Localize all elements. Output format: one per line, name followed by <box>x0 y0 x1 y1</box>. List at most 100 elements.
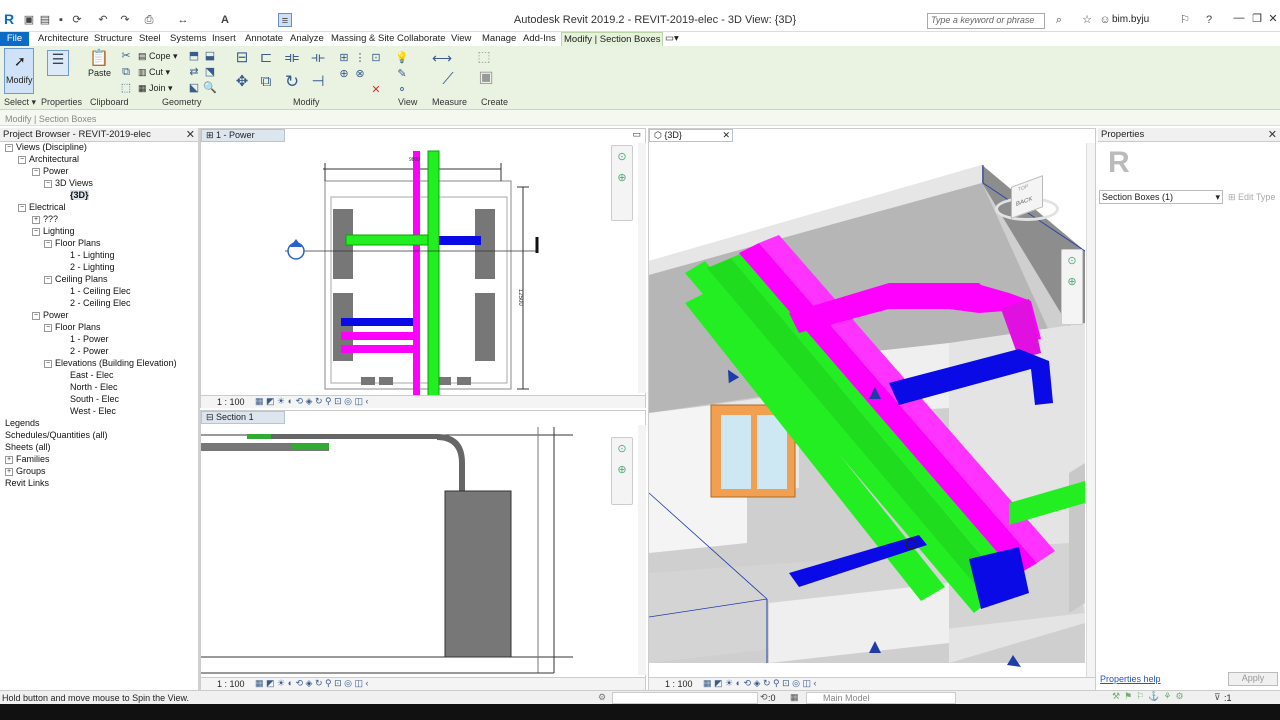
tree-node[interactable]: − Views (Discipline) <box>5 142 87 152</box>
view-tool-2-icon[interactable]: ✎ <box>394 68 410 80</box>
threed-view[interactable]: ⬡ {3D} ✕ BACK TOP ⊙ ⊕ 1: 100 ▦ ◩ ☀ ◐ ⟲ … <box>648 128 1096 690</box>
sync-icon[interactable]: ⟳ <box>70 13 84 27</box>
tree-node[interactable]: − Floor Plans <box>44 238 101 248</box>
print-icon[interactable]: ⎙ <box>142 13 156 27</box>
collapse-icon[interactable]: − <box>44 275 52 284</box>
copy-element-icon[interactable]: ⧉ <box>258 74 274 89</box>
pan-icon[interactable]: ⊕ <box>612 171 632 184</box>
power-nav-bar[interactable]: ⊙ ⊕ <box>611 145 633 221</box>
tree-node[interactable]: Sheets (all) <box>5 442 51 452</box>
threed-nav-bar[interactable]: ⊙ ⊕ <box>1061 249 1083 325</box>
expand-icon[interactable]: + <box>32 215 40 224</box>
delete-icon[interactable]: ✕ <box>368 84 384 96</box>
offset-icon[interactable]: ⊏ <box>258 50 274 65</box>
tree-node[interactable]: Legends <box>5 418 40 428</box>
array-icon[interactable]: ⋮ <box>352 52 368 64</box>
viewcube-top-face[interactable]: TOP <box>1018 184 1028 194</box>
measure-icon[interactable]: ↔ <box>176 13 190 27</box>
tab-modify-section-boxes[interactable]: Modify | Section Boxes <box>561 32 664 46</box>
revit-logo[interactable]: R <box>4 11 14 27</box>
scale-icon[interactable]: ⊡ <box>368 52 384 64</box>
tree-node[interactable]: 2 - Lighting <box>70 262 115 272</box>
tab-insert[interactable]: Insert <box>210 32 238 46</box>
tree-node[interactable]: 1 - Power <box>70 334 109 344</box>
tab-annotate[interactable]: Annotate <box>243 32 285 46</box>
tab-manage[interactable]: Manage <box>480 32 518 46</box>
geometry-tool-2-icon[interactable]: ⬓ <box>202 50 218 62</box>
join-button[interactable]: ▦ Join ▾ <box>138 83 173 94</box>
tree-node[interactable]: South - Elec <box>70 394 119 404</box>
search-input[interactable]: Type a keyword or phrase <box>927 13 1045 29</box>
tree-node[interactable]: +??? <box>32 214 58 224</box>
collapse-icon[interactable]: − <box>32 167 40 176</box>
collapse-icon[interactable]: − <box>18 203 26 212</box>
tree-node[interactable]: 1 - Ceiling Elec <box>70 286 131 296</box>
text-icon[interactable]: A <box>218 13 232 27</box>
section-view-control-icons[interactable]: ▦ ◩ ☀ ◐ ⟲ ◈ ↻ ⚲ ⊡ ◎ ◫ ‹ <box>255 678 369 689</box>
collapse-icon[interactable]: − <box>18 155 26 164</box>
tab-steel[interactable]: Steel <box>137 32 163 46</box>
threed-view-tab[interactable]: ⬡ {3D} ✕ <box>649 129 733 142</box>
zoom-icon[interactable]: ⊙ <box>612 442 632 455</box>
design-options-dropdown[interactable]: Main Model <box>806 692 956 704</box>
tree-node[interactable]: + Families <box>5 454 50 464</box>
binoculars-icon[interactable]: ⌕ <box>1052 13 1066 27</box>
status-tool-icons[interactable]: ⚒⚑⚐⚓⚘⚙ <box>1112 691 1188 702</box>
type-selector[interactable]: Section Boxes (1) ▾ <box>1099 190 1223 204</box>
tree-node[interactable]: − Architectural <box>18 154 79 164</box>
create-part-icon[interactable]: ⬚ <box>476 49 492 63</box>
user-name[interactable]: bim.byju <box>1112 14 1149 25</box>
properties-button[interactable]: ☰ <box>47 50 69 76</box>
power-vscroll[interactable] <box>638 143 646 393</box>
tab-massing[interactable]: Massing & Site <box>329 32 396 46</box>
filter-icon[interactable]: ⊽ <box>1214 692 1221 703</box>
threed-view-controls[interactable]: 1 : 100 ▦ ◩ ☀ ◐ ⟲ ◈ ↻ ⚲ ⊡ ◎ ◫ ‹ <box>649 677 1095 690</box>
cope-button[interactable]: ▤ Cope ▾ <box>138 51 178 62</box>
align-icon[interactable]: ⊟ <box>234 50 250 65</box>
tree-node[interactable]: + Groups <box>5 466 46 476</box>
geometry-tool-4-icon[interactable]: ⬔ <box>202 66 218 78</box>
unpin-icon[interactable]: ⊗ <box>352 68 368 80</box>
collapse-icon[interactable]: − <box>44 239 52 248</box>
workset-dropdown[interactable] <box>612 692 758 704</box>
section-nav-bar[interactable]: ⊙ ⊕ <box>611 437 633 505</box>
close-browser-icon[interactable]: ✕ <box>186 128 195 141</box>
tree-node[interactable]: {3D} <box>70 190 89 200</box>
zoom-icon[interactable]: ⊙ <box>612 150 632 163</box>
tree-node[interactable]: − Elevations (Building Elevation) <box>44 358 177 368</box>
tab-systems[interactable]: Systems <box>168 32 208 46</box>
cut-button[interactable]: ▥ Cut ▾ <box>138 67 170 78</box>
zoom-icon[interactable]: ⊕ <box>1062 275 1082 288</box>
cart-icon[interactable]: ⚐ <box>1178 13 1192 27</box>
tree-node[interactable]: − Electrical <box>18 202 66 212</box>
edit-type-button[interactable]: ⊞ Edit Type <box>1228 192 1275 203</box>
tree-node[interactable]: −3D Views <box>44 178 93 188</box>
steering-wheel-icon[interactable]: ⊙ <box>1062 254 1082 267</box>
geometry-tool-6-icon[interactable]: 🔍 <box>202 82 218 94</box>
paste-button[interactable]: 📋 Paste <box>88 48 111 84</box>
open-icon[interactable]: ▣ <box>22 13 36 27</box>
tab-analyze[interactable]: Analyze <box>288 32 326 46</box>
tree-node[interactable]: − Power <box>32 310 69 320</box>
tree-node[interactable]: − Ceiling Plans <box>44 274 108 284</box>
expand-icon[interactable]: + <box>5 455 13 464</box>
help-icon[interactable]: ? <box>1202 13 1216 27</box>
tree-node[interactable]: 2 - Power <box>70 346 109 356</box>
save-icon[interactable]: ▪ <box>54 13 68 27</box>
close-window-button[interactable]: ✕ <box>1264 12 1280 28</box>
geometry-tool-3-icon[interactable]: ⇄ <box>186 66 202 78</box>
tab-file[interactable]: File <box>0 32 29 46</box>
collapse-icon[interactable]: − <box>32 311 40 320</box>
apply-button[interactable]: Apply <box>1228 672 1278 686</box>
geometry-tool-5-icon[interactable]: ⬕ <box>186 82 202 94</box>
power-plan-view[interactable]: ⊞ 1 - Power ▭ 9800 12500 ⊙ ⊕ 1: 100 ▦ ◩… <box>200 128 646 408</box>
tab-options-icon[interactable]: ▭▾ <box>663 32 681 46</box>
threed-scale[interactable]: 1 : 100 <box>665 679 693 689</box>
minimize-button[interactable]: — <box>1230 12 1248 28</box>
tree-node[interactable]: − Lighting <box>32 226 75 236</box>
tree-node[interactable]: North - Elec <box>70 382 118 392</box>
power-view-controls[interactable]: 1 : 100 ▦ ◩ ☀ ◐ ⟲ ◈ ↻ ⚲ ⊡ ◎ ◫ ‹ <box>201 395 645 408</box>
create-group-icon[interactable]: ▣ <box>478 70 494 86</box>
pin-icon[interactable]: ⊕ <box>336 68 352 80</box>
geometry-tool-1-icon[interactable]: ⬒ <box>186 50 202 62</box>
